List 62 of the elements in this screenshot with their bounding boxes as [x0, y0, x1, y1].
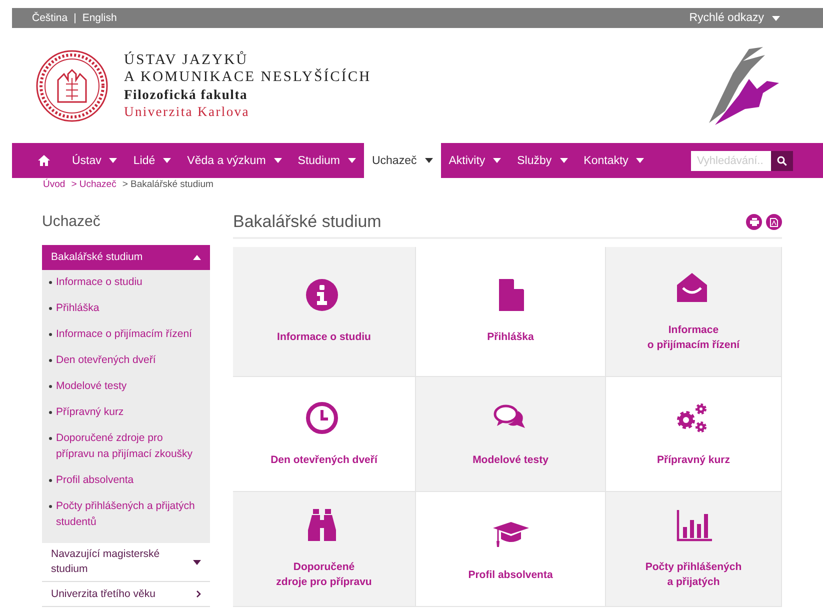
caret-down-icon [560, 158, 568, 163]
nav-menu-item[interactable]: Studium [290, 143, 364, 178]
sidebar-link[interactable]: Informace o přijímacím řízení [56, 326, 192, 342]
sidebar-title: Uchazeč [42, 213, 102, 232]
caret-down-icon [348, 158, 356, 163]
sidebar-section[interactable]: Univerzita třetího věku [42, 582, 210, 607]
breadcrumb-current: > Bakalářské studium [122, 178, 214, 190]
sidebar-link[interactable]: Modelové testy [56, 378, 127, 394]
breadcrumb-link[interactable]: > Uchazeč [71, 178, 116, 190]
language-link[interactable]: English [82, 12, 117, 24]
tile-link[interactable]: Doporučené zdroje pro přípravu [233, 492, 416, 607]
tile-link[interactable]: Den otevřených dveří [233, 377, 416, 492]
sidebar-section[interactable]: Navazující magisterské studium [42, 543, 210, 582]
caret-down-icon [163, 158, 172, 163]
sidebar-link[interactable]: Přihláška [56, 300, 100, 316]
language-link[interactable]: Čeština [32, 12, 68, 24]
printer-icon [750, 218, 758, 226]
caret-down-icon [424, 158, 433, 163]
caret-down-icon [772, 16, 780, 20]
home-icon[interactable] [38, 155, 50, 166]
pdf-button[interactable] [766, 214, 782, 230]
institute-title: ÚSTAV JAZYKŮ A KOMUNIKACE NESLYŠÍCÍCH [124, 52, 372, 86]
breadcrumb-link[interactable]: Úvod [43, 178, 66, 190]
nav-menu-item[interactable]: Aktivity [440, 143, 510, 178]
caret-down-icon [274, 158, 282, 163]
nav-menu-item[interactable]: Uchazeč [364, 143, 441, 178]
quick-links-menu[interactable]: Rychlé odkazy [689, 12, 780, 24]
page-title: Bakalářské studium [233, 212, 382, 232]
nav-menu-item[interactable]: Věda a výzkum [179, 143, 290, 178]
nav-menu-item[interactable]: Lidé [125, 143, 180, 178]
tile-link[interactable]: Přípravný kurz [606, 377, 782, 492]
sidebar-link[interactable]: Přípravný kurz [56, 404, 124, 420]
faculty-name: Filozofická fakulta [124, 86, 249, 102]
search-button[interactable] [771, 150, 793, 170]
bar-chart-icon [674, 508, 712, 542]
sidebar-link[interactable]: Počty přihlášených a přijatých studentů [56, 498, 204, 530]
caret-down-icon [109, 158, 118, 163]
tile-link[interactable]: Profil absolventa [416, 492, 606, 607]
caret-down-icon [193, 560, 201, 564]
nav-menu-item[interactable]: Kontakty [576, 143, 652, 178]
sidebar-link[interactable]: Profil absolventa [56, 472, 134, 488]
print-button[interactable] [746, 214, 762, 230]
caret-down-icon [636, 158, 644, 163]
tile-link[interactable]: Informace o přijímacím řízení [606, 247, 782, 377]
sidebar-link[interactable]: Doporučené zdroje pro přípravu na přijímací zkoušky [56, 430, 204, 462]
nav-menu-item[interactable]: Ústav [64, 143, 126, 178]
university-seal-drawing [36, 50, 108, 122]
pdf-document-icon [770, 218, 778, 226]
university-name: Univerzita Karlova [124, 102, 250, 120]
nav-menu-item[interactable]: Služby [509, 143, 576, 178]
sidebar-section[interactable]: Bakalářské studium [42, 245, 210, 270]
chevron-right-icon [196, 590, 201, 598]
caret-down-icon [493, 158, 502, 163]
tile-link[interactable]: Počty přihlášených a přijatých [606, 492, 782, 607]
tile-link[interactable]: Informace o studiu [233, 247, 416, 377]
caret-up-icon [193, 255, 201, 260]
sidebar-link[interactable]: Den otevřených dveří [56, 352, 156, 368]
search-icon [777, 156, 787, 166]
separator: | [74, 12, 76, 24]
tile-link[interactable]: Přihláška [416, 247, 606, 377]
sidebar-link[interactable]: Informace o studiu [56, 274, 142, 290]
tile-link[interactable]: Modelové testy [416, 377, 606, 492]
